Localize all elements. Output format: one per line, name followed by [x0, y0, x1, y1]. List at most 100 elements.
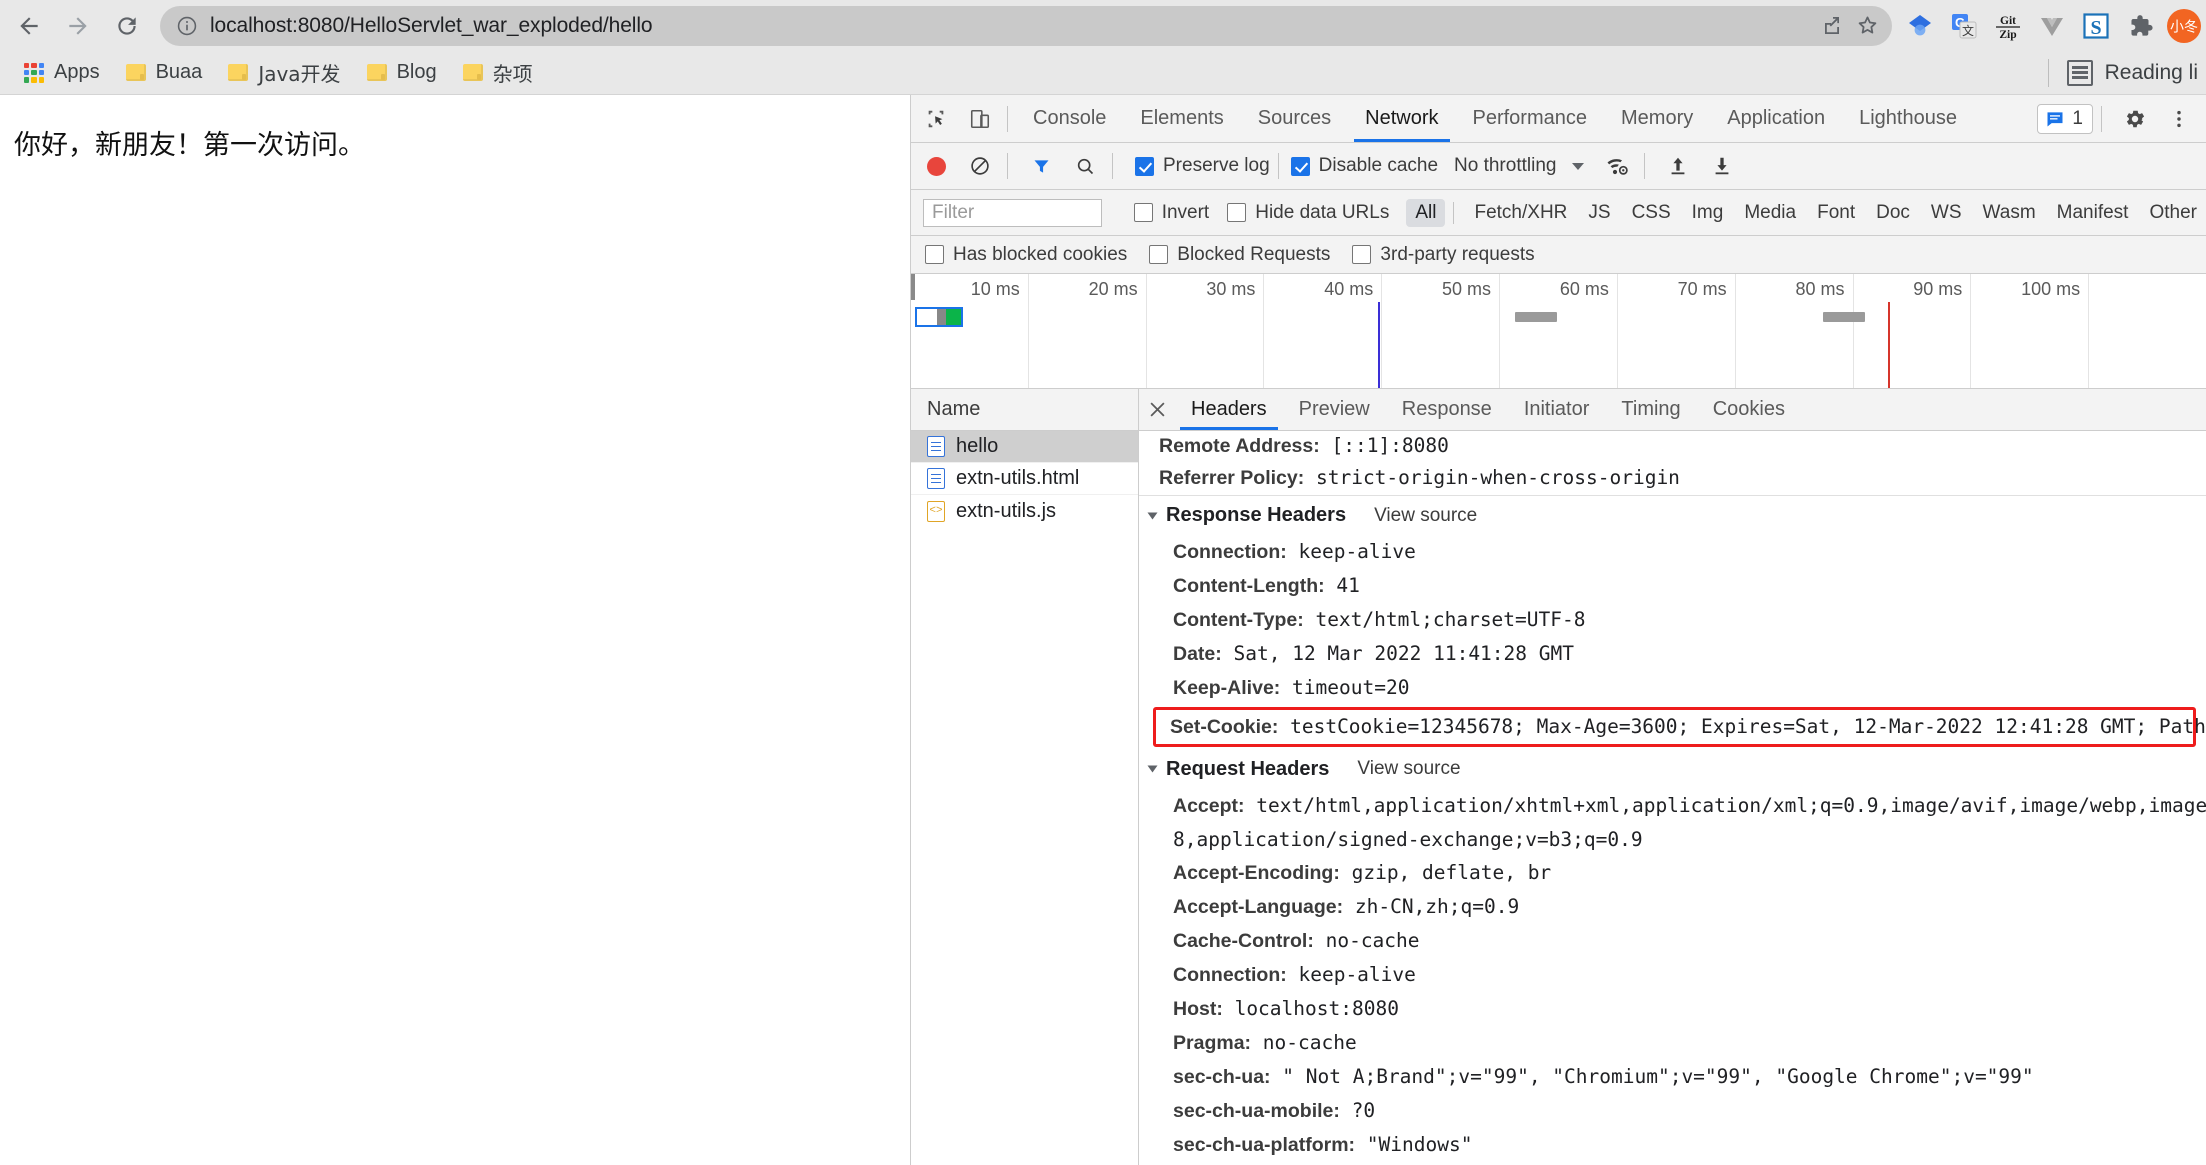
bookmark-button[interactable] — [1850, 8, 1886, 44]
details-tabbar: Headers Preview Response Initiator Timin… — [1139, 389, 2206, 431]
filter-type-media[interactable]: Media — [1735, 199, 1805, 227]
vue-devtools-extension-icon[interactable] — [2030, 4, 2074, 48]
tab-lighthouse[interactable]: Lighthouse — [1842, 96, 1974, 142]
tab-elements[interactable]: Elements — [1123, 96, 1240, 142]
filter-type-img[interactable]: Img — [1683, 199, 1733, 227]
s-extension-icon[interactable]: S — [2074, 4, 2118, 48]
tab-memory[interactable]: Memory — [1604, 96, 1710, 142]
console-messages-badge[interactable]: 1 — [2037, 103, 2093, 134]
filter-button[interactable] — [1022, 147, 1060, 185]
inspect-element-button[interactable] — [917, 100, 955, 138]
import-har-button[interactable] — [1659, 147, 1697, 185]
filter-type-css[interactable]: CSS — [1623, 199, 1680, 227]
bar-segment-download — [946, 309, 961, 325]
search-button[interactable] — [1066, 147, 1104, 185]
overview-tick-cell: 70 ms — [1618, 274, 1736, 388]
filter-type-font[interactable]: Font — [1808, 199, 1864, 227]
svg-text:Zip: Zip — [1999, 29, 2016, 41]
filter-type-manifest[interactable]: Manifest — [2048, 199, 2138, 227]
header-key: Cache-Control: — [1173, 930, 1314, 952]
reading-list-button[interactable]: Reading li — [2047, 58, 2206, 87]
headers-content[interactable]: Remote Address: [::1]:8080 Referrer Poli… — [1139, 431, 2206, 1165]
network-conditions-button[interactable] — [1598, 147, 1636, 185]
tab-label: Preview — [1298, 398, 1370, 420]
separator — [1007, 105, 1008, 132]
preserve-log-checkbox[interactable]: Preserve log — [1135, 155, 1270, 177]
share-icon — [1824, 16, 1839, 34]
overview-left-handle[interactable] — [911, 274, 915, 300]
forward-button[interactable] — [57, 4, 98, 48]
puzzle-extensions-icon[interactable] — [2118, 4, 2162, 48]
filter-type-wasm[interactable]: Wasm — [1974, 199, 2045, 227]
tab-label: Cookies — [1712, 398, 1785, 420]
address-bar-url[interactable]: localhost:8080/HelloServlet_war_exploded… — [210, 14, 1814, 38]
google-translate-extension-icon[interactable]: G 文 — [1942, 4, 1986, 48]
bookmark-folder-java[interactable]: Java开发 — [218, 56, 350, 90]
filter-type-doc[interactable]: Doc — [1867, 199, 1919, 227]
view-source-link[interactable]: View source — [1374, 505, 1477, 527]
request-row-extn-utils-html[interactable]: extn-utils.html — [911, 463, 1138, 495]
record-button[interactable] — [917, 147, 955, 185]
details-tab-headers[interactable]: Headers — [1175, 389, 1283, 430]
bookmark-folder-misc[interactable]: 杂项 — [453, 56, 543, 90]
export-har-button[interactable] — [1703, 147, 1741, 185]
bookmark-apps[interactable]: Apps — [14, 56, 110, 90]
request-row-hello[interactable]: hello — [911, 431, 1138, 463]
share-button[interactable] — [1814, 8, 1850, 44]
tab-label: Response — [1401, 398, 1492, 420]
third-party-requests-checkbox[interactable]: 3rd-party requests — [1352, 244, 1535, 266]
view-source-link[interactable]: View source — [1357, 758, 1460, 780]
preserve-log-label: Preserve log — [1163, 155, 1270, 176]
reload-button[interactable] — [107, 4, 148, 48]
request-row-extn-utils-js[interactable]: <> extn-utils.js — [911, 495, 1138, 527]
filter-type-fetch-xhr[interactable]: Fetch/XHR — [1465, 199, 1576, 227]
checkbox-box — [1135, 156, 1154, 176]
page-info-icon[interactable] — [176, 15, 198, 37]
gitzip-extension-icon[interactable]: Git Zip — [1986, 4, 2030, 48]
details-tab-initiator[interactable]: Initiator — [1508, 389, 1606, 430]
address-bar[interactable]: localhost:8080/HelloServlet_war_exploded… — [159, 5, 1892, 46]
profile-avatar[interactable]: 小冬 — [2162, 4, 2206, 48]
bar-segment-idle — [917, 309, 937, 325]
bookmark-folder-buaa[interactable]: Buaa — [116, 56, 213, 90]
invert-checkbox[interactable]: Invert — [1133, 202, 1209, 224]
devtools-tabbar: Console Elements Sources Network Perform… — [911, 95, 2206, 143]
details-tab-preview[interactable]: Preview — [1283, 389, 1386, 430]
tab-network[interactable]: Network — [1348, 96, 1455, 142]
device-toolbar-button[interactable] — [961, 100, 999, 138]
filter-type-js[interactable]: JS — [1579, 199, 1619, 227]
has-blocked-cookies-checkbox[interactable]: Has blocked cookies — [925, 244, 1127, 266]
details-tab-timing[interactable]: Timing — [1605, 389, 1696, 430]
filter-type-all[interactable]: All — [1406, 198, 1446, 227]
blocked-requests-checkbox[interactable]: Blocked Requests — [1149, 244, 1330, 266]
request-headers-section-header[interactable]: Request Headers View source — [1139, 749, 2206, 789]
network-overview-timeline[interactable]: 10 ms 20 ms 30 ms 40 ms 50 ms 60 ms 70 m… — [911, 274, 2206, 389]
document-icon — [927, 468, 945, 489]
overview-gridlines: 10 ms 20 ms 30 ms 40 ms 50 ms 60 ms 70 m… — [911, 274, 2206, 388]
grammarly-extension-icon[interactable] — [1898, 4, 1942, 48]
overview-request-tick — [1823, 312, 1865, 322]
overview-tick-cell: 30 ms — [1147, 274, 1265, 388]
details-tab-cookies[interactable]: Cookies — [1697, 389, 1801, 430]
clear-network-log-button[interactable] — [961, 147, 999, 185]
throttling-select[interactable]: No throttling — [1454, 155, 1585, 177]
hide-data-urls-checkbox[interactable]: Hide data URLs — [1227, 202, 1389, 224]
bookmark-folder-blog[interactable]: Blog — [357, 56, 447, 90]
filter-input[interactable]: Filter — [923, 198, 1102, 227]
disable-cache-checkbox[interactable]: Disable cache — [1290, 155, 1438, 177]
request-list-header[interactable]: Name — [911, 389, 1138, 431]
tab-performance[interactable]: Performance — [1456, 96, 1605, 142]
response-headers-section-header[interactable]: Response Headers View source — [1139, 495, 2206, 535]
filter-type-other[interactable]: Other — [2140, 199, 2206, 227]
svg-text:文: 文 — [1962, 23, 1974, 38]
devtools-settings-button[interactable] — [2116, 100, 2154, 138]
tab-application[interactable]: Application — [1710, 96, 1842, 142]
details-tab-response[interactable]: Response — [1386, 389, 1508, 430]
close-details-button[interactable] — [1139, 401, 1175, 418]
tab-sources[interactable]: Sources — [1241, 96, 1348, 142]
page-viewport: 你好，新朋友！第一次访问。 — [0, 95, 910, 1165]
filter-type-ws[interactable]: WS — [1922, 199, 1971, 227]
tab-console[interactable]: Console — [1016, 96, 1123, 142]
back-button[interactable] — [8, 4, 49, 48]
devtools-more-button[interactable] — [2160, 100, 2198, 138]
